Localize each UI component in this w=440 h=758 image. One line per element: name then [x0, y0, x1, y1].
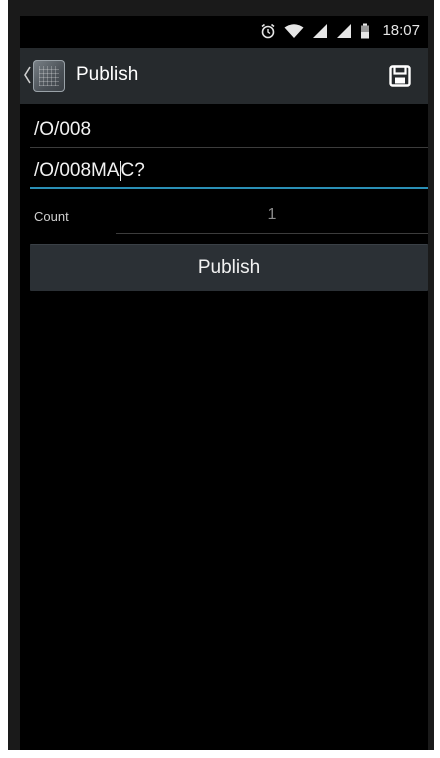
topic-field[interactable]: /O/008	[30, 112, 428, 148]
action-bar: Publish	[20, 48, 428, 104]
chevron-left-icon[interactable]	[22, 64, 32, 86]
status-icons: 18:07	[260, 22, 420, 39]
app-icon[interactable]	[33, 60, 65, 92]
count-input[interactable]: 1	[116, 200, 428, 234]
battery-icon	[361, 23, 370, 38]
floppy-disk-icon	[389, 65, 411, 87]
save-button[interactable]	[386, 62, 414, 90]
app-icon-pattern	[39, 66, 59, 86]
message-field[interactable]: /O/008MAC?	[30, 153, 428, 189]
topic-value: /O/008	[34, 119, 92, 140]
status-bar: 18:07	[20, 16, 428, 48]
device-frame: 18:07 Publish /O/008 /O/008MAC? Count 1 …	[8, 0, 434, 750]
message-value-before-cursor: /O/008MA	[34, 160, 120, 181]
alarm-icon	[261, 23, 275, 38]
signal-icon	[313, 23, 328, 38]
page-title: Publish	[76, 64, 139, 85]
message-value-after-cursor: C?	[120, 160, 145, 181]
wifi-icon	[284, 23, 304, 38]
status-time: 18:07	[382, 22, 420, 39]
signal-icon	[337, 23, 352, 38]
count-label: Count	[34, 209, 69, 224]
count-row: Count 1	[30, 200, 428, 236]
publish-button[interactable]: Publish	[30, 244, 428, 291]
phone-screen: 18:07 Publish /O/008 /O/008MAC? Count 1 …	[20, 16, 428, 750]
